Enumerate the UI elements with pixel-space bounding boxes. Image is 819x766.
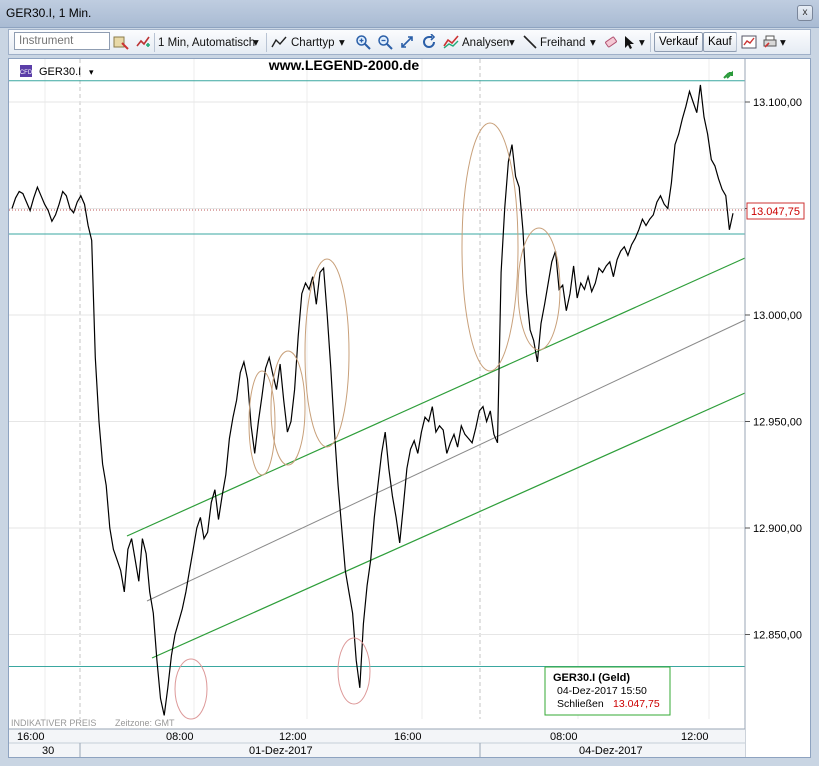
charttype-menu[interactable]: Charttyp [291, 34, 334, 52]
tooltip-datetime: 04-Dez-2017 15:50 [557, 685, 647, 697]
watermark-text: www.LEGEND-2000.de [268, 59, 420, 73]
freehand-line-icon [523, 35, 537, 49]
charttype-chevron-down-icon[interactable]: ▾ [339, 34, 345, 52]
instrument-browse-icon[interactable] [113, 34, 129, 50]
print-icon[interactable] [762, 34, 778, 50]
timezone-note: Zeitzone: GMT [115, 718, 175, 728]
instrument-input[interactable] [14, 32, 110, 50]
print-chevron-down-icon[interactable]: ▾ [780, 34, 786, 52]
close-button[interactable]: x [797, 5, 813, 21]
x-date-tick-label: 04-Dez-2017 [579, 745, 643, 757]
add-indicator-icon[interactable] [135, 34, 151, 50]
indicative-note: INDIKATIVER PREIS [11, 718, 96, 728]
price-tag: 13.047,75 [746, 202, 805, 220]
x-time-tick-label: 08:00 [550, 731, 578, 743]
fit-chart-icon[interactable] [399, 34, 415, 50]
analysen-chevron-down-icon[interactable]: ▾ [509, 34, 515, 52]
sell-button[interactable]: Verkauf [654, 32, 703, 52]
tooltip-title: GER30.I (Geld) [553, 672, 630, 684]
cfd-icon-label: CFD [20, 70, 33, 76]
y-tick-label: 13.100,00 [753, 97, 802, 109]
eraser-icon[interactable] [603, 34, 619, 50]
x-time-tick-label: 12:00 [279, 731, 307, 743]
plot-area [9, 59, 745, 719]
cursor-chevron-down-icon[interactable]: ▾ [639, 34, 645, 52]
x-time-tick-label: 16:00 [394, 731, 422, 743]
y-tick-label: 12.850,00 [753, 630, 802, 642]
window-title: GER30.I, 1 Min. [6, 6, 92, 20]
freihand-chevron-down-icon[interactable]: ▾ [590, 34, 596, 52]
y-tick-label: 13.000,00 [753, 310, 802, 322]
price-chart[interactable]: CFD GER30.I ▾ www.LEGEND-2000.de 13.100,… [9, 57, 810, 757]
x-time-tick-label: 12:00 [681, 731, 709, 743]
zoom-out-icon[interactable] [377, 34, 393, 50]
x-date-tick-label: 01-Dez-2017 [249, 745, 313, 757]
y-axis: 13.100,0013.050,0013.000,0012.950,0012.9… [745, 97, 802, 642]
tooltip-close-value: 13.047,75 [613, 698, 660, 710]
y-tick-label: 12.950,00 [753, 417, 802, 429]
x-time-tick-label: 16:00 [17, 731, 45, 743]
x-date-tick-label: 30 [42, 745, 54, 757]
new-chart-icon[interactable] [741, 34, 757, 50]
analysis-icon [443, 35, 459, 49]
cursor-icon[interactable] [621, 34, 637, 50]
zoom-in-icon[interactable] [355, 34, 371, 50]
symbol-label[interactable]: GER30.I [39, 66, 81, 78]
x-time-tick-label: 08:00 [166, 731, 194, 743]
window-titlebar: GER30.I, 1 Min. x [0, 0, 819, 28]
chart-panel[interactable]: CFD GER30.I ▾ www.LEGEND-2000.de 13.100,… [8, 57, 811, 758]
interval-select[interactable]: 1 Min, Automatisch [158, 34, 255, 52]
interval-chevron-down-icon[interactable]: ▾ [253, 34, 259, 52]
reset-icon[interactable] [421, 34, 437, 50]
price-tag-value: 13.047,75 [751, 206, 800, 218]
tooltip-close-label: Schließen [557, 698, 604, 710]
analysen-menu[interactable]: Analysen [462, 34, 509, 52]
y-tick-label: 12.900,00 [753, 523, 802, 535]
chart-toolbar: 1 Min, Automatisch ▾ Charttyp ▾ Analysen… [8, 29, 811, 55]
freihand-menu[interactable]: Freihand [540, 34, 585, 52]
symbol-chevron-down-icon[interactable]: ▾ [89, 67, 94, 77]
price-tooltip: GER30.I (Geld) 04-Dez-2017 15:50 Schließ… [544, 666, 671, 716]
buy-button[interactable]: Kauf [703, 32, 737, 52]
charttype-icon [271, 36, 287, 48]
